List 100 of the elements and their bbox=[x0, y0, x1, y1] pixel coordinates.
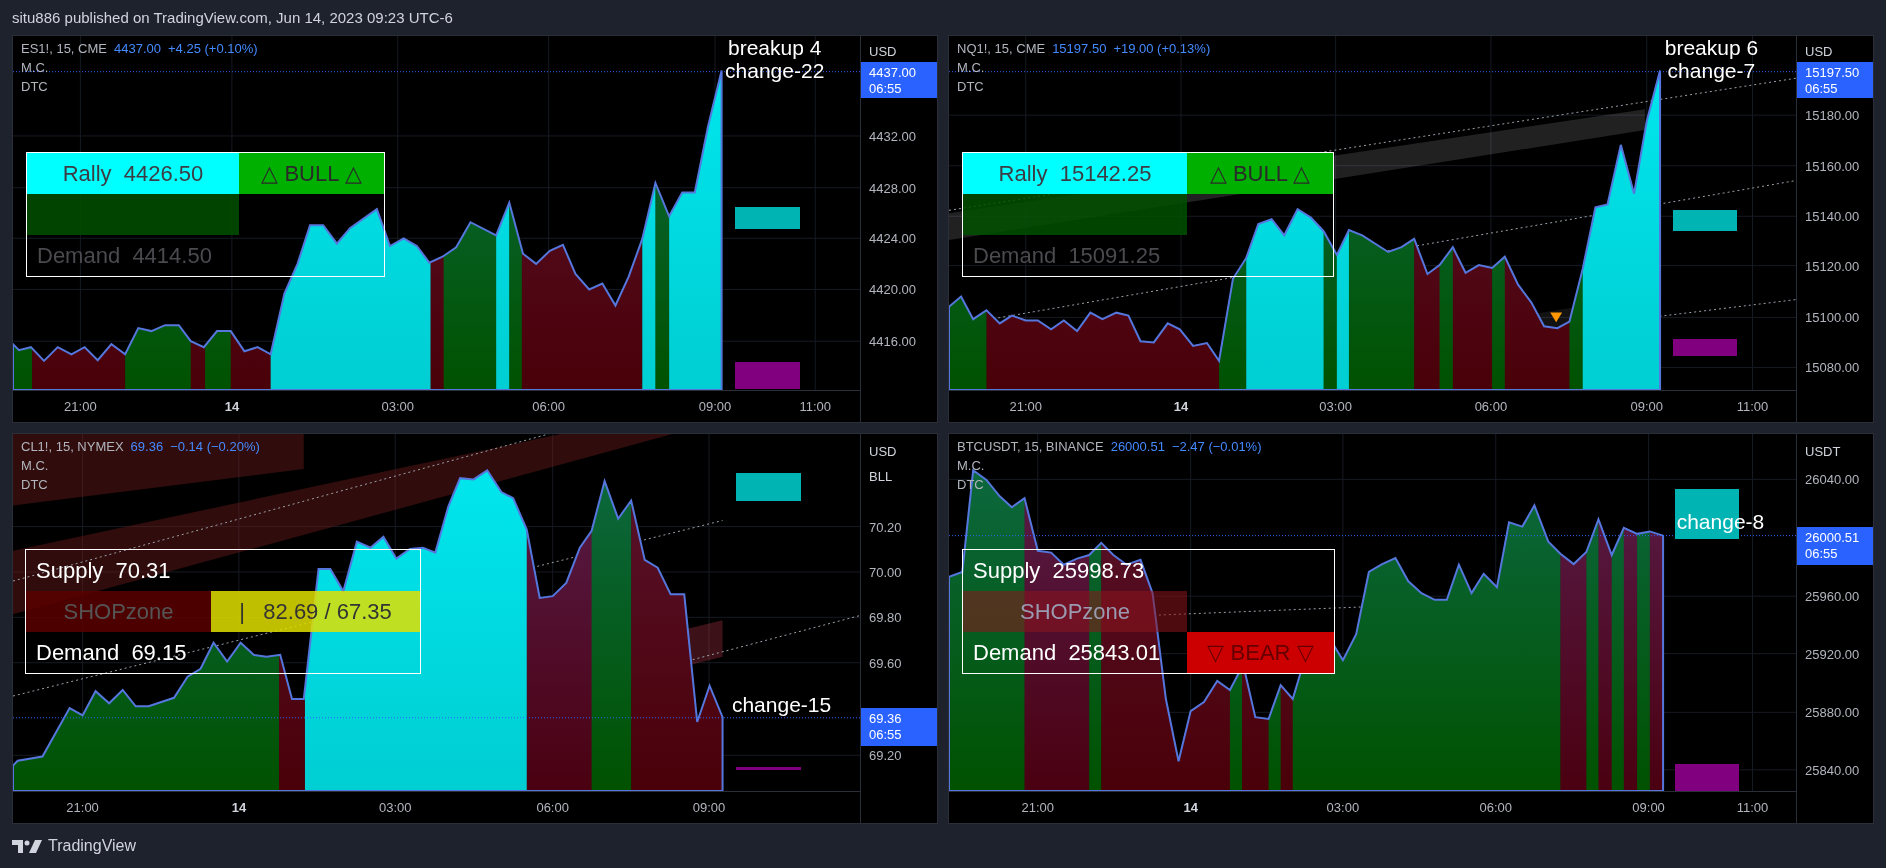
price-change: −0.14 (−0.20%) bbox=[170, 439, 260, 454]
axis-label: 15160.00 bbox=[1805, 158, 1860, 174]
axis-label: 25960.00 bbox=[1805, 588, 1860, 604]
zone-box bbox=[734, 207, 801, 229]
price-change: +4.25 (+0.10%) bbox=[168, 41, 258, 56]
time-label: 21:00 bbox=[1021, 800, 1055, 815]
table-cell: Rally 15142.25 bbox=[963, 153, 1187, 194]
axis-label: 26040.00 bbox=[1805, 471, 1860, 487]
symbol-label: NQ1!, 15, CME bbox=[957, 41, 1046, 56]
table-cell-text: Demand 25843.01 bbox=[972, 638, 1162, 667]
indicator-label: DTC bbox=[21, 477, 48, 492]
time-label: 14 bbox=[1183, 800, 1198, 815]
countdown-label: 06:55 bbox=[869, 80, 903, 96]
currency-label: USDT bbox=[1805, 443, 1841, 459]
axis-label: 15140.00 bbox=[1805, 208, 1860, 224]
time-label: 11:00 bbox=[1736, 800, 1769, 815]
time-label: 06:00 bbox=[1474, 399, 1508, 414]
zone-box bbox=[1675, 763, 1739, 791]
annotation-label: change-15 bbox=[731, 693, 832, 718]
symbol-label: ES1!, 15, CME bbox=[21, 41, 107, 56]
brand-label: TradingView bbox=[48, 837, 137, 855]
time-label: 09:00 bbox=[1632, 800, 1665, 815]
currency-label: USD bbox=[869, 443, 897, 459]
table-cell-text: Supply 25998.73 bbox=[972, 556, 1146, 585]
symbol-label: CL1!, 15, NYMEX bbox=[21, 439, 124, 454]
annotation-label: breakup 4 bbox=[728, 36, 822, 61]
axis-label: 25880.00 bbox=[1805, 704, 1860, 720]
time-label: 06:00 bbox=[532, 399, 565, 414]
time-label: 11:00 bbox=[799, 399, 832, 414]
axis-label: 69.80 bbox=[869, 609, 902, 625]
table-cell: SHOPzone bbox=[963, 591, 1187, 632]
axis-label: 4424.00 bbox=[869, 230, 916, 246]
axis-label: 4420.00 bbox=[869, 281, 916, 297]
time-label: 09:00 bbox=[1630, 399, 1664, 414]
table-cell-text: Demand 4414.50 bbox=[36, 241, 213, 270]
countdown-label: 06:55 bbox=[1805, 80, 1839, 96]
table-cell: SHOPzone bbox=[26, 591, 211, 632]
time-label: 03:00 bbox=[1326, 800, 1360, 815]
price-change: −2.47 (−0.01%) bbox=[1171, 439, 1262, 454]
table-cell-text: Supply 70.31 bbox=[35, 556, 172, 585]
axis-label: 4416.00 bbox=[869, 333, 916, 349]
indicator-label: DTC bbox=[21, 79, 48, 94]
time-label: 21:00 bbox=[1009, 399, 1042, 414]
time-label: 09:00 bbox=[698, 399, 732, 414]
table-cell: | 82.69 / 67.35 bbox=[211, 591, 420, 632]
time-label: 06:00 bbox=[536, 800, 569, 815]
table-cell: △ BULL △ bbox=[1187, 153, 1333, 194]
zone-box bbox=[1673, 339, 1738, 357]
countdown-label: 06:55 bbox=[1805, 546, 1839, 562]
price-value: 69.36 bbox=[130, 439, 164, 454]
annotation-label: breakup 6 bbox=[1664, 36, 1759, 61]
price-label: 26000.51 bbox=[1805, 530, 1861, 546]
axis-label: 4428.00 bbox=[869, 180, 916, 196]
axis-label: 25920.00 bbox=[1805, 646, 1860, 662]
table-cell-text: Demand 69.15 bbox=[35, 638, 188, 667]
time-label: 14 bbox=[224, 399, 240, 414]
price-value: 4437.00 bbox=[114, 41, 161, 56]
table-cell: Rally 4426.50 bbox=[27, 153, 239, 194]
time-label: 09:00 bbox=[692, 800, 726, 815]
time-label: 03:00 bbox=[378, 800, 412, 815]
indicator-label: M.C. bbox=[21, 60, 49, 75]
axis-label: 69.60 bbox=[869, 655, 902, 671]
time-label: 21:00 bbox=[64, 399, 97, 414]
axis-label: 15120.00 bbox=[1805, 258, 1860, 274]
currency-label: USD bbox=[869, 43, 897, 59]
indicator-label: M.C. bbox=[957, 60, 985, 75]
time-label: 21:00 bbox=[66, 800, 99, 815]
axis-label: 69.20 bbox=[869, 747, 902, 763]
price-value: 26000.51 bbox=[1110, 439, 1165, 454]
zone-box bbox=[736, 473, 801, 501]
table-cell: ▽ BEAR ▽ bbox=[1187, 632, 1334, 673]
currency-label: BLL bbox=[869, 468, 893, 484]
time-label: 14 bbox=[231, 800, 247, 815]
price-label: 15197.50 bbox=[1805, 64, 1861, 80]
price-change: +19.00 (+0.13%) bbox=[1113, 41, 1211, 56]
time-label: 11:00 bbox=[1736, 399, 1769, 414]
byline-text: situ886 published on TradingView.com, Jun 14, 2023 09:23 UTC-6 bbox=[12, 9, 453, 26]
axis-label: 70.00 bbox=[869, 564, 902, 580]
time-label: 03:00 bbox=[1319, 399, 1352, 414]
price-label: 69.36 bbox=[869, 711, 903, 727]
symbol-label: BTCUSDT, 15, BINANCE bbox=[957, 439, 1104, 454]
axis-label: 4432.00 bbox=[869, 128, 916, 144]
logo-icon bbox=[12, 838, 42, 854]
annotation-label: change-22 bbox=[725, 58, 825, 83]
zone-box bbox=[734, 362, 801, 389]
axis-label: 25840.00 bbox=[1805, 762, 1860, 778]
indicator-label: M.C. bbox=[957, 458, 985, 473]
indicator-label: M.C. bbox=[21, 458, 49, 473]
time-label: 06:00 bbox=[1479, 800, 1512, 815]
axis-label: 15180.00 bbox=[1805, 107, 1860, 123]
zone-box bbox=[1673, 210, 1738, 232]
axis-label: 15100.00 bbox=[1805, 309, 1860, 325]
price-label: 4437.00 bbox=[869, 64, 917, 80]
indicator-label: DTC bbox=[957, 79, 984, 94]
annotation-label: change-7 bbox=[1667, 58, 1756, 83]
table-cell-text: Demand 15091.25 bbox=[972, 241, 1162, 270]
time-label: 03:00 bbox=[381, 399, 414, 414]
axis-label: 15080.00 bbox=[1805, 359, 1860, 375]
time-label: 14 bbox=[1173, 399, 1189, 414]
table-cell: △ BULL △ bbox=[239, 153, 384, 194]
